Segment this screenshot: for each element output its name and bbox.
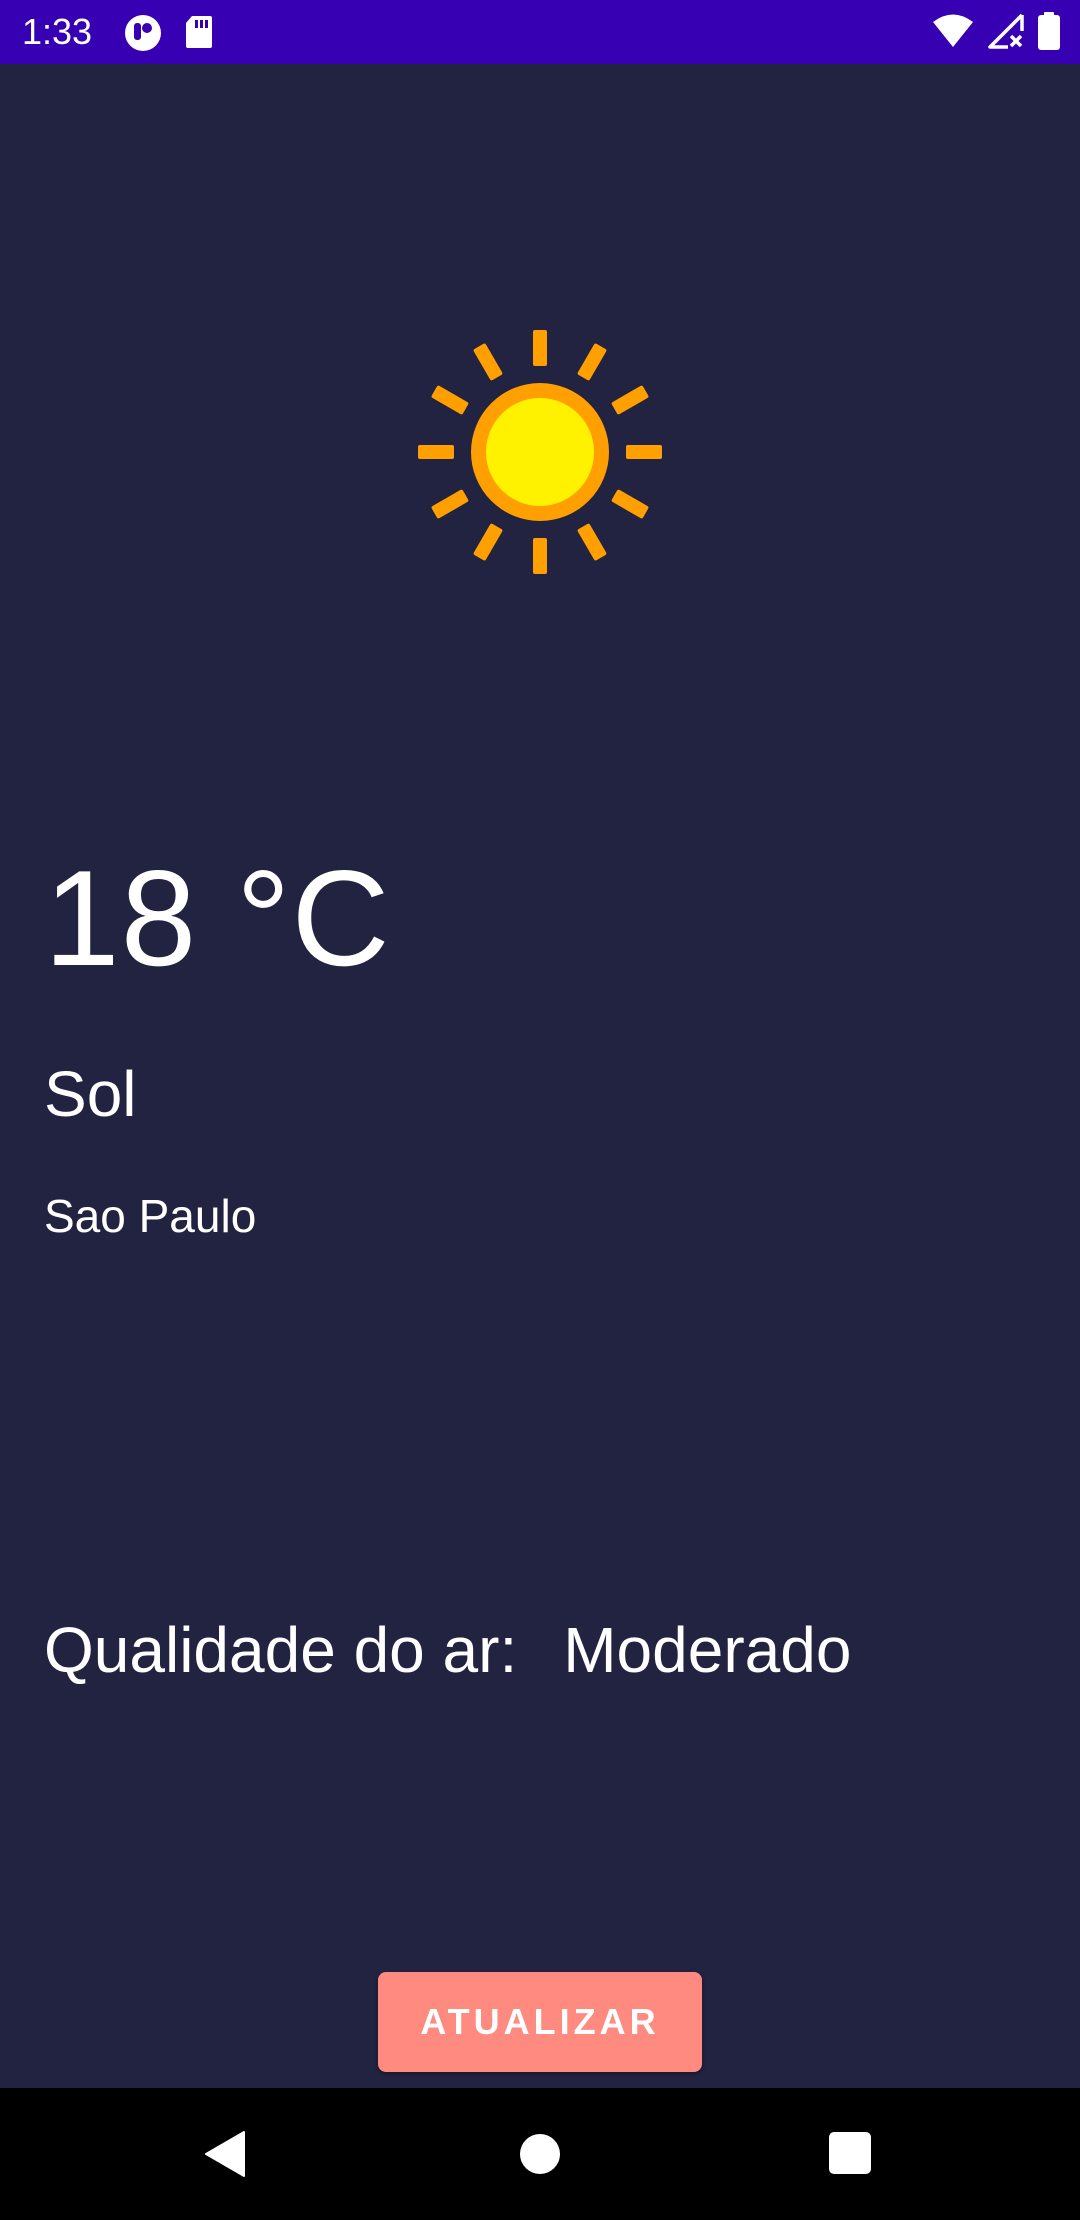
temperature: 18 °C	[44, 842, 391, 994]
app-notification-icon	[124, 14, 162, 52]
sd-card-icon	[184, 14, 214, 52]
recents-icon[interactable]	[829, 2132, 871, 2174]
air-quality-row: Qualidade do ar: Moderado	[44, 1610, 851, 1690]
sun-icon	[418, 330, 662, 574]
refresh-button[interactable]: ATUALIZAR	[378, 1972, 702, 2072]
air-quality-label: Qualidade do ar:	[44, 1614, 518, 1686]
status-right-icons	[932, 12, 1060, 50]
air-quality-value: Moderado	[563, 1614, 852, 1686]
wifi-icon	[932, 13, 974, 49]
back-icon[interactable]	[202, 2128, 254, 2180]
navigation-bar	[0, 2088, 1080, 2220]
weather-screen: 1:33 18 °C Sol Sao Paulo Qualidade do ar…	[0, 0, 1080, 2220]
status-left-icons	[124, 14, 214, 52]
city-name: Sao Paulo	[44, 1190, 257, 1242]
status-time: 1:33	[22, 11, 93, 52]
weather-condition: Sol	[44, 1058, 137, 1130]
cellular-no-signal-icon	[988, 13, 1024, 49]
battery-icon	[1038, 12, 1060, 50]
status-bar: 1:33	[0, 0, 1080, 64]
home-icon[interactable]	[520, 2134, 560, 2174]
